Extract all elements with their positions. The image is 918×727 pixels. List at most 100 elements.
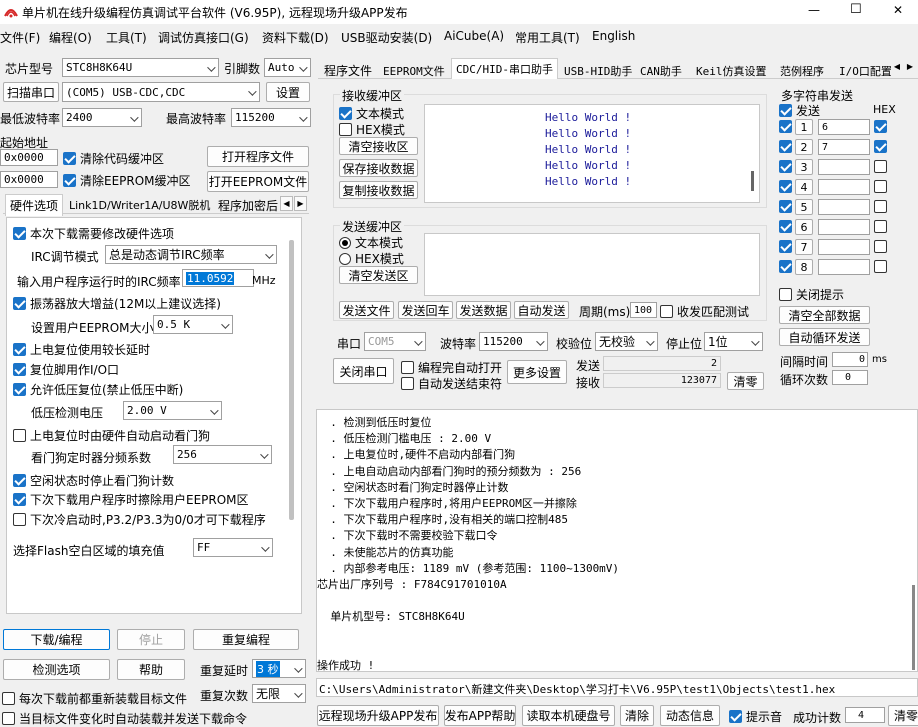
reload-checkbox[interactable] <box>2 692 15 705</box>
multi-row-hex-checkbox[interactable] <box>874 200 887 213</box>
send-hex-radio[interactable] <box>339 252 351 265</box>
multi-row-send-button[interactable]: 6 <box>795 219 813 235</box>
publish-help-button[interactable]: 发布APP帮助 <box>444 705 516 726</box>
multi-row-send-checkbox[interactable] <box>779 120 792 133</box>
opt-modify-hw-checkbox[interactable] <box>13 227 26 240</box>
opt-erase-eeprom[interactable]: 下次下载用户程序时擦除用户EEPROM区 <box>13 491 249 508</box>
opt-idle-wdt[interactable]: 空闲状态时停止看门狗计数 <box>13 472 174 489</box>
tab-encrypt[interactable]: 程序加密后 <box>214 195 282 216</box>
multi-row-hex-checkbox[interactable] <box>874 240 887 253</box>
publish-app-button[interactable]: 远程现场升级APP发布 <box>317 705 439 726</box>
max-baud-select[interactable]: 115200 <box>231 108 311 127</box>
receive-scrollbar[interactable] <box>751 171 754 191</box>
multi-row-input[interactable] <box>818 259 870 275</box>
multi-row-hex-checkbox[interactable] <box>874 120 887 133</box>
multi-row-hex-checkbox[interactable] <box>874 180 887 193</box>
loop-input[interactable]: 0 <box>832 370 868 385</box>
fill-select[interactable]: FF <box>193 538 273 557</box>
multi-row-input[interactable] <box>818 199 870 215</box>
tab-can[interactable]: CAN助手 <box>636 61 686 81</box>
eeprom-addr-input[interactable]: 0x0000 <box>0 171 58 188</box>
success-clear-button[interactable]: 清零 <box>888 705 918 726</box>
match-test-checkbox[interactable] <box>660 305 673 318</box>
dynamic-info-button[interactable]: 动态信息 <box>660 705 720 726</box>
clear-eeprom-checkbox[interactable] <box>63 174 76 187</box>
parity-select[interactable]: 无校验 <box>595 332 658 351</box>
serial-port-select[interactable]: COM5 <box>364 332 426 351</box>
clear-code-checkbox[interactable] <box>63 152 76 165</box>
opt-modify-hw[interactable]: 本次下载需要修改硬件选项 <box>13 225 174 242</box>
autoload-option[interactable]: 当目标文件变化时自动装载并发送下载命令 <box>2 710 247 727</box>
lvd-select[interactable]: 2.00 V <box>123 401 222 420</box>
close-button[interactable]: ✕ <box>893 3 903 17</box>
multi-row-input[interactable] <box>818 179 870 195</box>
auto-end-checkbox[interactable] <box>401 377 414 390</box>
receive-textarea[interactable]: Hello World ! Hello World ! Hello World … <box>424 104 760 203</box>
tab-program-file[interactable]: 程序文件 <box>320 60 376 81</box>
autoload-checkbox[interactable] <box>2 712 15 725</box>
tab-hardware-options[interactable]: 硬件选项 <box>5 194 64 216</box>
send-text-mode[interactable]: 文本模式 <box>339 234 403 251</box>
multi-row-send-button[interactable]: 7 <box>795 239 813 255</box>
opt-long-delay[interactable]: 上电复位使用较长延时 <box>13 341 150 358</box>
multi-row-send-button[interactable]: 5 <box>795 199 813 215</box>
open-program-button[interactable]: 打开程序文件 <box>207 146 309 167</box>
opt-reset-io-checkbox[interactable] <box>13 363 26 376</box>
tab-scroll-left-icon[interactable]: ◀ <box>280 196 293 211</box>
multi-send-all-checkbox[interactable] <box>779 104 792 117</box>
scan-port-button[interactable]: 扫描串口 <box>3 82 59 102</box>
min-baud-select[interactable]: 2400 <box>62 108 142 127</box>
multi-row-send-button[interactable]: 4 <box>795 179 813 195</box>
tab-cdc-hid[interactable]: CDC/HID-串口助手 <box>451 58 558 79</box>
opt-hw-watchdog[interactable]: 上电复位时由硬件自动启动看门狗 <box>13 427 210 444</box>
opt-low-voltage-checkbox[interactable] <box>13 383 26 396</box>
auto-send-button[interactable]: 自动发送 <box>514 301 569 319</box>
irc-mode-select[interactable]: 总是动态调节IRC频率 <box>105 245 277 264</box>
period-input[interactable]: 100 <box>630 302 657 318</box>
menu-aicube[interactable]: AiCube(A) <box>444 29 504 43</box>
eeprom-size-select[interactable]: 0.5 K <box>153 315 233 334</box>
multi-row-hex-checkbox[interactable] <box>874 260 887 273</box>
menu-download[interactable]: 资料下载(D) <box>262 29 329 46</box>
maximize-button[interactable]: ☐ <box>850 2 862 17</box>
open-eeprom-button[interactable]: 打开EEPROM文件 <box>207 171 309 192</box>
multi-row-send-checkbox[interactable] <box>779 240 792 253</box>
multi-row-send-button[interactable]: 3 <box>795 159 813 175</box>
auto-end-option[interactable]: 自动发送结束符 <box>401 375 502 392</box>
tab-scroll-right-icon[interactable]: ▶ <box>294 196 307 211</box>
opt-reset-io[interactable]: 复位脚用作I/O口 <box>13 361 119 378</box>
recv-hex-checkbox[interactable] <box>339 123 352 136</box>
clear-eeprom-option[interactable]: 清除EEPROM缓冲区 <box>63 172 191 189</box>
opt-idle-wdt-checkbox[interactable] <box>13 474 26 487</box>
opt-long-delay-checkbox[interactable] <box>13 343 26 356</box>
clear-log-button[interactable]: 清除 <box>620 705 654 726</box>
auto-loop-button[interactable]: 自动循环发送 <box>779 328 870 346</box>
reprogram-button[interactable]: 重复编程 <box>193 629 299 650</box>
multi-row-send-checkbox[interactable] <box>779 220 792 233</box>
menu-common-tools[interactable]: 常用工具(T) <box>515 29 580 46</box>
opt-low-voltage[interactable]: 允许低压复位(禁止低压中断) <box>13 381 183 398</box>
multi-send-all[interactable]: 发送 <box>779 102 820 119</box>
wdt-select[interactable]: 256 <box>173 445 272 464</box>
multi-row-send-button[interactable]: 2 <box>795 139 813 155</box>
multi-row-send-button[interactable]: 8 <box>795 259 813 275</box>
clear-count-button[interactable]: 清零 <box>727 372 764 390</box>
multi-row-send-checkbox[interactable] <box>779 200 792 213</box>
menu-debug[interactable]: 调试仿真接口(G) <box>158 29 249 46</box>
tab-examples[interactable]: 范例程序 <box>776 61 828 81</box>
right-tab-scroll-right-icon[interactable]: ▶ <box>904 60 916 74</box>
tab-eeprom-file[interactable]: EEPROM文件 <box>379 61 449 81</box>
log-scrollbar[interactable] <box>912 585 915 670</box>
send-cr-button[interactable]: 发送回车 <box>398 301 453 319</box>
check-options-button[interactable]: 检测选项 <box>3 659 110 680</box>
opt-cold-start[interactable]: 下次冷启动时,P3.2/P3.3为0/0才可下载程序 <box>13 511 266 528</box>
multi-row-input[interactable] <box>818 219 870 235</box>
code-addr-input[interactable]: 0x0000 <box>0 149 58 166</box>
clear-send-button[interactable]: 清空发送区 <box>339 266 418 284</box>
menu-file[interactable]: 文件(F) <box>0 29 40 46</box>
multi-row-input[interactable] <box>818 159 870 175</box>
send-data-button[interactable]: 发送数据 <box>456 301 511 319</box>
multi-row-send-button[interactable]: 1 <box>795 119 813 135</box>
opt-hw-watchdog-checkbox[interactable] <box>13 429 26 442</box>
minimize-button[interactable]: — <box>808 3 820 17</box>
